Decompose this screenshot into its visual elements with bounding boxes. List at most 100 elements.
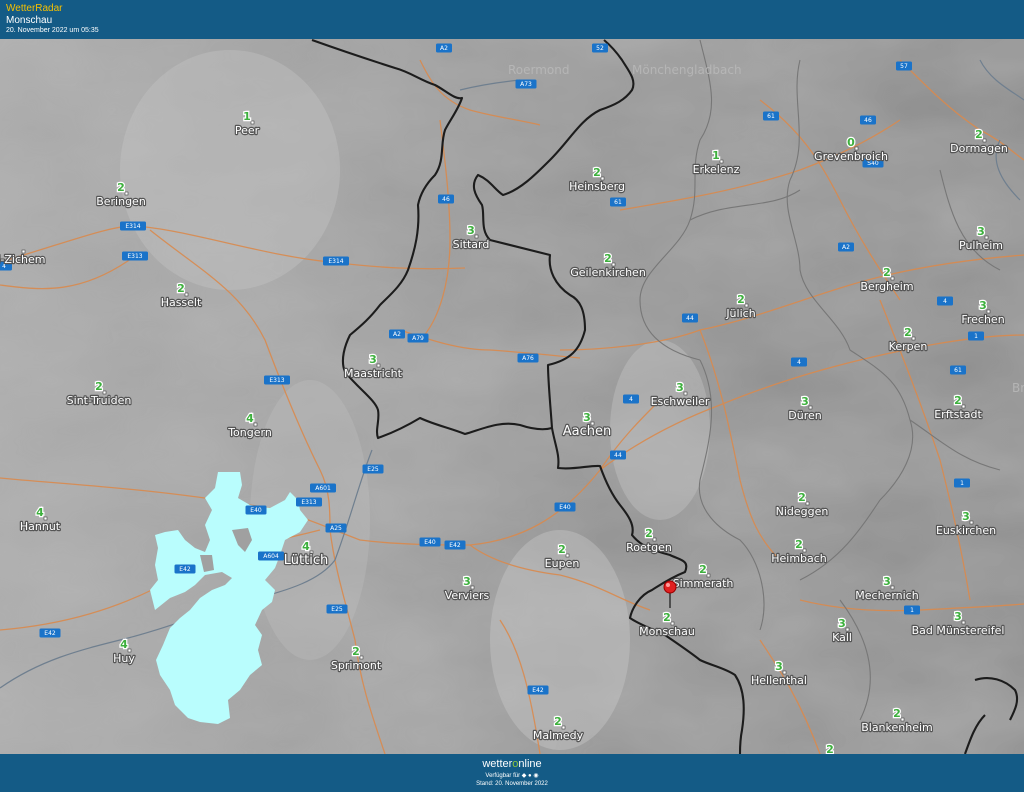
city-name: Frechen [961,313,1004,326]
road-label: 61 [950,365,966,375]
svg-text:4: 4 [797,359,801,366]
svg-text:E314: E314 [328,258,343,265]
city-value: 2 [604,252,612,265]
road-label: E42 [444,540,466,550]
city-value: 3 [583,411,591,424]
svg-text:E40: E40 [559,504,571,511]
city-name: Heinsberg [569,180,625,193]
svg-text:A604: A604 [263,553,279,560]
city-value: 2 [645,527,653,540]
city-name: Sittard [453,238,490,251]
road-label: 1 [968,331,984,341]
city-value: 3 [801,395,809,408]
stand-text: Stand: 20. November 2022 [476,781,548,787]
svg-text:E40: E40 [250,507,262,514]
road-label: 57 [896,61,912,71]
city-value: 3 [369,353,377,366]
road-label: E314 [120,221,146,231]
availability-text: Verfügbar für ◆ ● ◉ [485,773,539,779]
road-label: 44 [682,313,698,323]
road-label: E40 [419,537,441,547]
city-value: 2 [699,563,707,576]
city-name: Blankenheim [861,721,933,734]
road-label: A76 [517,353,539,363]
city-value: 3 [954,610,962,623]
svg-text:52: 52 [596,45,604,52]
city-name: Simmerath [673,577,734,590]
city-name: Aachen [563,424,611,439]
svg-text:A79: A79 [412,335,424,342]
road-label: E42 [527,685,549,695]
svg-text:E42: E42 [179,566,191,573]
city-value: 2 [558,543,566,556]
road-label: A2 [436,43,452,53]
road-label: 61 [610,197,626,207]
road-label: 44 [610,450,626,460]
road-label: A73 [515,79,537,89]
road-label: A601 [310,483,336,493]
svg-text:Roermond: Roermond [508,63,570,77]
city-name: Heimbach [771,552,827,565]
city-name: Nideggen [776,505,829,518]
svg-text:A2: A2 [440,45,448,52]
road-label: E25 [362,464,384,474]
city-name: Peer [235,124,260,137]
road-label: A25 [325,523,347,533]
city-unnamed: 2 [825,742,835,754]
city-value: 3 [979,299,987,312]
city-value: 4 [120,638,128,651]
city-name: Hasselt [161,296,202,309]
svg-text:A601: A601 [315,485,331,492]
city-value: 2 [795,538,803,551]
city-value: 2 [117,181,125,194]
city-value: 2 [663,611,671,624]
road-label: 4 [937,296,953,306]
city-name: Mechernich [855,589,918,602]
app-footer: wetteronline Verfügbar für ◆ ● ◉ Stand: … [0,754,1024,792]
city-name: Maastricht [344,367,403,380]
svg-text:A2: A2 [393,331,401,338]
location-name: Monschau [6,15,53,26]
road-label: E313 [122,251,148,261]
road-label: A604 [258,551,284,561]
city-name: Bergheim [860,280,913,293]
city-name: Malmedy [533,729,584,742]
radar-map[interactable]: Roermond Mönchengladbach Bru A2 A73 52 57 61… [0,39,1024,754]
svg-text:1: 1 [974,333,978,340]
city-value: 2 [593,166,601,179]
city-name: Lüttich [284,553,328,568]
svg-text:E313: E313 [269,377,284,384]
city-value: 2 [95,380,103,393]
road-label: 4 [791,357,807,367]
road-label: E313 [296,497,322,507]
road-label: E314 [323,256,349,266]
timestamp: 20. November 2022 um 05:35 [6,27,99,34]
city-name: Pulheim [959,239,1003,252]
city-name: Eschweiler [651,395,710,408]
road-label: 4 [623,394,639,404]
svg-text:A2: A2 [842,244,850,251]
road-label: 52 [592,43,608,53]
city-name: Kerpen [889,340,928,353]
svg-text:1: 1 [910,607,914,614]
city-value: 2 [975,128,983,141]
city-value: 2 [554,715,562,728]
road-label: E40 [245,505,267,515]
city-name: Sint-Truiden [67,394,132,407]
wetteronline-logo[interactable]: wetteronline [0,758,1024,770]
city-name: Jülich [725,307,755,320]
road-label: A79 [407,333,429,343]
map-background [0,39,1024,754]
city-value: 2 [883,266,891,279]
svg-text:E313: E313 [127,253,142,260]
svg-text:E314: E314 [125,223,140,230]
city-name: Erftstadt [934,408,982,421]
city-value: 4 [36,506,44,519]
svg-text:61: 61 [767,113,775,120]
svg-text:57: 57 [900,63,908,70]
svg-text:A25: A25 [330,525,342,532]
city-value: 0 [847,136,855,149]
road-label: 1 [954,478,970,488]
svg-text:E313: E313 [301,499,316,506]
svg-text:Bru: Bru [1012,381,1024,395]
